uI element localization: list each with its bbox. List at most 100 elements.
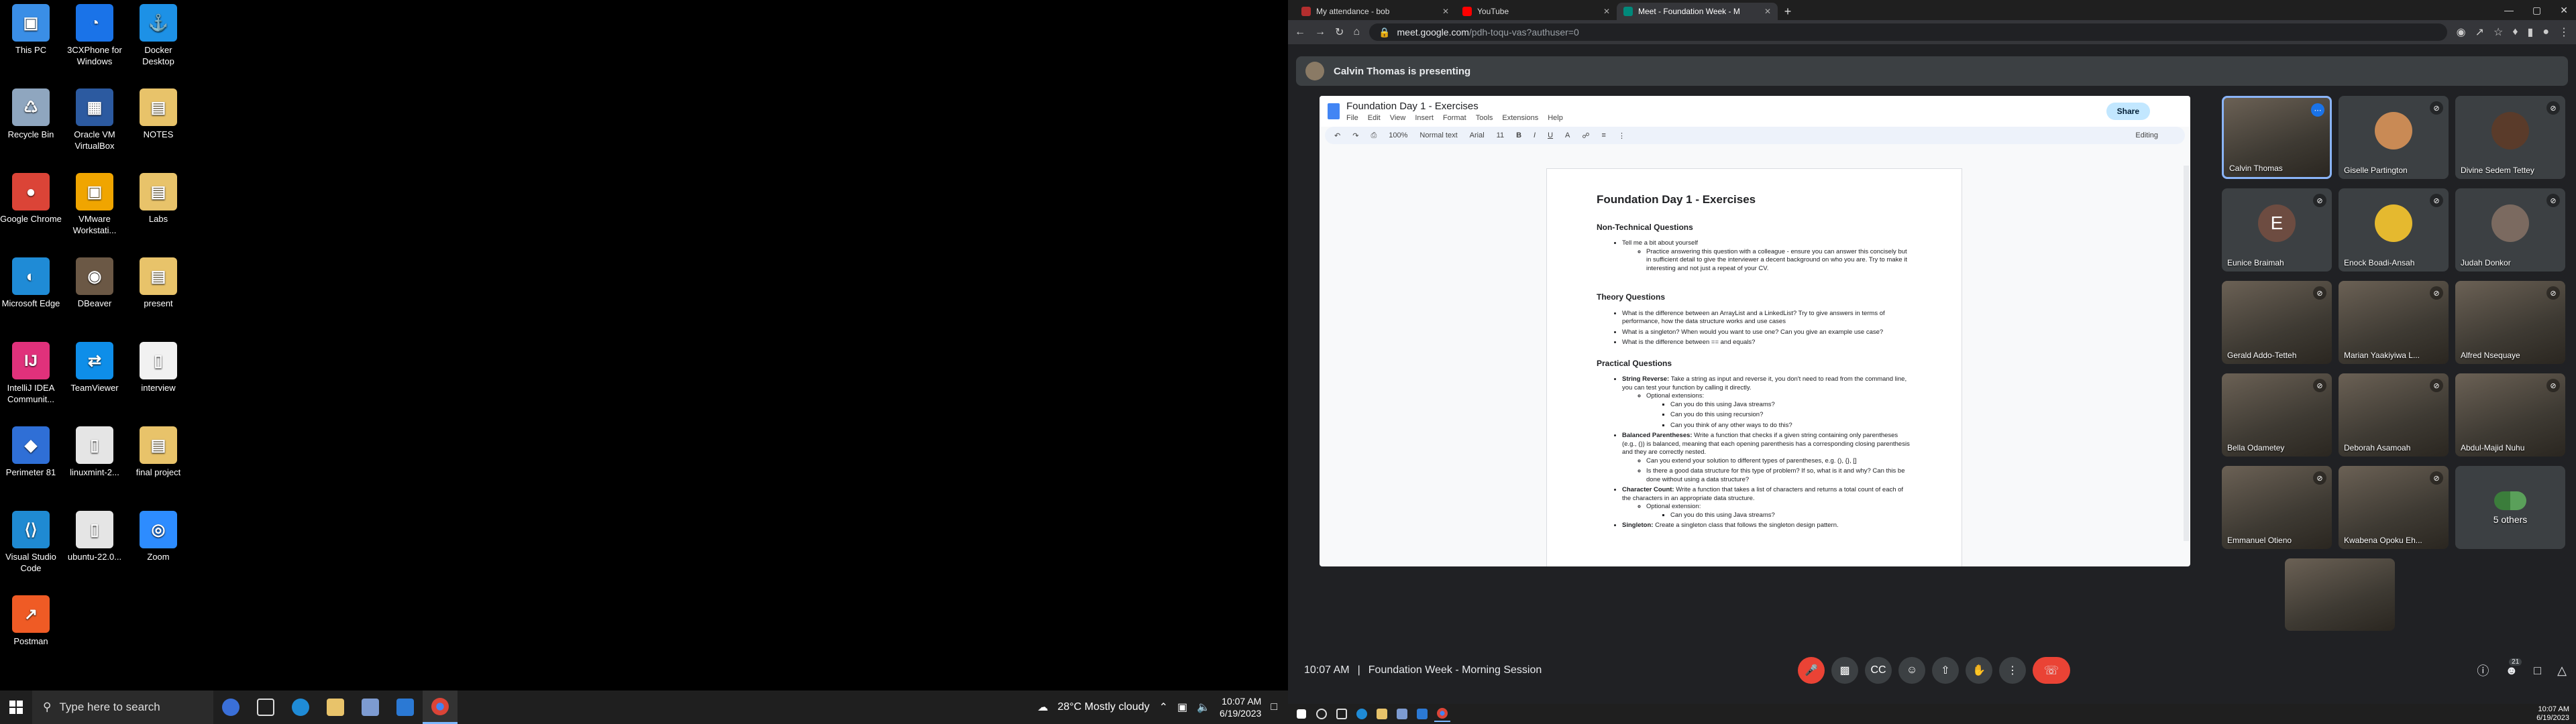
close-icon[interactable]: ✕: [1764, 7, 1771, 16]
desktop-icon[interactable]: ◔ 3CXPhone for Windows: [64, 0, 125, 67]
desktop-icon[interactable]: ▣ VMware Workstati...: [64, 169, 125, 236]
start-icon[interactable]: [1293, 706, 1309, 722]
forward-icon[interactable]: →: [1315, 26, 1326, 38]
participant-tile[interactable]: ⊘ Kwabena Opoku Eh...: [2339, 466, 2449, 549]
more-menu-icon[interactable]: ⋮: [2559, 25, 2569, 39]
camera-permission-icon[interactable]: ◉: [2457, 25, 2466, 39]
file-explorer-icon[interactable]: [318, 690, 353, 724]
desktop-icon[interactable]: ▯ linuxmint-2...: [64, 422, 125, 478]
cortana-icon[interactable]: [213, 690, 248, 724]
participant-tile[interactable]: ⊘ Divine Sedem Tettey: [2455, 96, 2565, 179]
desktop-icon[interactable]: ◐ Microsoft Edge: [0, 253, 62, 309]
task-view-icon[interactable]: [1334, 706, 1350, 722]
tab-youtube[interactable]: YouTube ✕: [1456, 3, 1617, 20]
desktop-icon[interactable]: ♺ Recycle Bin: [0, 84, 62, 140]
share-page-icon[interactable]: ↗: [2475, 25, 2484, 39]
present-screen-icon[interactable]: ⇧: [1932, 657, 1959, 684]
maximize-icon[interactable]: ▢: [2532, 5, 2541, 16]
profile-icon[interactable]: ●: [2542, 26, 2549, 38]
captions-icon[interactable]: CC: [1865, 657, 1892, 684]
url-field[interactable]: 🔒 meet.google.com/pdh-toqu-vas?authuser=…: [1369, 23, 2447, 41]
more-options-icon[interactable]: ⋮: [1999, 657, 2026, 684]
network-icon[interactable]: ▣: [1177, 701, 1187, 714]
task-view-icon[interactable]: [248, 690, 283, 724]
participant-tile[interactable]: ⊘ Marian Yaakiyiwa L...: [2339, 281, 2449, 364]
store-icon[interactable]: [353, 690, 388, 724]
participant-tile[interactable]: ⊘ Gerald Addo-Tetteh: [2222, 281, 2332, 364]
desktop-icon[interactable]: ⟨⟩ Visual Studio Code: [0, 507, 62, 574]
bookmark-star-icon[interactable]: ☆: [2493, 25, 2503, 39]
desktop-icon[interactable]: ● Google Chrome: [0, 169, 62, 225]
search-icon[interactable]: [1313, 706, 1330, 722]
desktop-icon[interactable]: ↗ Postman: [0, 591, 62, 647]
desktop-icon[interactable]: ◉ DBeaver: [64, 253, 125, 309]
chevron-up-icon[interactable]: ⌃: [1159, 701, 1168, 714]
participant-tile[interactable]: 5 others: [2455, 466, 2565, 549]
new-tab-button[interactable]: +: [1778, 3, 1798, 20]
start-button[interactable]: [0, 690, 32, 724]
side-panel-icon[interactable]: ▮: [2528, 25, 2534, 39]
taskbar-search[interactable]: ⚲ Type here to search: [32, 690, 213, 724]
desktop-icon[interactable]: ⇄ TeamViewer: [64, 338, 125, 394]
close-icon[interactable]: ✕: [1442, 7, 1449, 16]
desktop-icon[interactable]: ◎ Zoom: [127, 507, 189, 562]
participant-tile[interactable]: ⊘ Judah Donkor: [2455, 188, 2565, 272]
participant-tile[interactable]: ⊘ Bella Odametey: [2222, 373, 2332, 457]
back-icon[interactable]: ←: [1295, 26, 1305, 38]
participant-tile[interactable]: ⊘ Giselle Partington: [2339, 96, 2449, 179]
participant-tile[interactable]: [2285, 558, 2395, 631]
volume-icon[interactable]: 🔈: [1197, 701, 1210, 714]
participant-tile[interactable]: ⊘ Emmanuel Otieno: [2222, 466, 2332, 549]
chrome-taskbar-icon[interactable]: [423, 690, 458, 724]
mic-off-icon[interactable]: 🎤: [1798, 657, 1825, 684]
tab-attendance[interactable]: My attendance - bob ✕: [1295, 3, 1456, 20]
close-icon[interactable]: ✕: [1603, 7, 1610, 16]
raise-hand-icon[interactable]: ✋: [1966, 657, 1992, 684]
participant-name: Alfred Nsequaye: [2461, 351, 2520, 360]
emoji-icon[interactable]: ☺: [1898, 657, 1925, 684]
edge-taskbar-icon[interactable]: [1354, 706, 1370, 722]
edge-taskbar-icon[interactable]: [283, 690, 318, 724]
end-call-button[interactable]: ☏: [2033, 657, 2070, 684]
store-icon[interactable]: [1394, 706, 1410, 722]
tab-meet[interactable]: Meet - Foundation Week - M ✕: [1617, 3, 1778, 20]
participant-tile[interactable]: ⋯ Calvin Thomas: [2222, 96, 2332, 179]
desktop-icon[interactable]: ▯ ubuntu-22.0...: [64, 507, 125, 562]
minimize-icon[interactable]: —: [2504, 5, 2514, 15]
weather-text[interactable]: 28°C Mostly cloudy: [1057, 701, 1149, 713]
desktop-icon[interactable]: ▤ final project: [127, 422, 189, 478]
desktop-icon[interactable]: IJ IntelliJ IDEA Communit...: [0, 338, 62, 405]
notification-icon[interactable]: □: [1271, 701, 1277, 713]
desktop-icon[interactable]: ▯ interview: [127, 338, 189, 394]
activities-icon[interactable]: △: [2557, 664, 2567, 678]
reload-icon[interactable]: ↻: [1335, 25, 1344, 39]
people-icon[interactable]: ☻ 21: [2505, 658, 2522, 678]
participant-tile[interactable]: ⊘ Alfred Nsequaye: [2455, 281, 2565, 364]
mail-icon[interactable]: [1414, 706, 1430, 722]
desktop-icon[interactable]: ▤ Labs: [127, 169, 189, 225]
chat-icon[interactable]: □: [2534, 664, 2541, 678]
home-icon[interactable]: ⌂: [1353, 26, 1360, 38]
desktop-icon[interactable]: ⚓ Docker Desktop: [127, 0, 189, 67]
taskbar-clock[interactable]: 10:07 AM 6/19/2023: [1220, 695, 1261, 719]
desktop-icon[interactable]: ▤ NOTES: [127, 84, 189, 140]
mail-icon[interactable]: [388, 690, 423, 724]
participant-tile[interactable]: ⊘ Abdul-Majid Nuhu: [2455, 373, 2565, 457]
participant-tile[interactable]: E ⊘ Eunice Braimah: [2222, 188, 2332, 272]
participant-tile[interactable]: ⊘ Deborah Asamoah: [2339, 373, 2449, 457]
participant-name: 5 others: [2493, 514, 2528, 525]
desktop-icon[interactable]: ▣ This PC: [0, 0, 62, 56]
participant-tile[interactable]: ⊘ Enock Boadi-Ansah: [2339, 188, 2449, 272]
camera-icon[interactable]: ▩: [1831, 657, 1858, 684]
info-icon[interactable]: ⓘ: [2477, 662, 2489, 679]
file-explorer-icon[interactable]: [1374, 706, 1390, 722]
close-window-icon[interactable]: ✕: [2560, 5, 2568, 16]
extensions-icon[interactable]: ♦: [2512, 26, 2518, 38]
chrome-taskbar-icon[interactable]: [1434, 706, 1450, 722]
desktop-icon[interactable]: ◆ Perimeter 81: [0, 422, 62, 478]
desktop-icon[interactable]: ▤ present: [127, 253, 189, 309]
secondary-clock[interactable]: 10:07 AM 6/19/2023: [2536, 705, 2569, 723]
mic-muted-icon: ⊘: [2546, 286, 2560, 300]
participant-name: Divine Sedem Tettey: [2461, 166, 2534, 175]
desktop-icon[interactable]: ▦ Oracle VM VirtualBox: [64, 84, 125, 152]
